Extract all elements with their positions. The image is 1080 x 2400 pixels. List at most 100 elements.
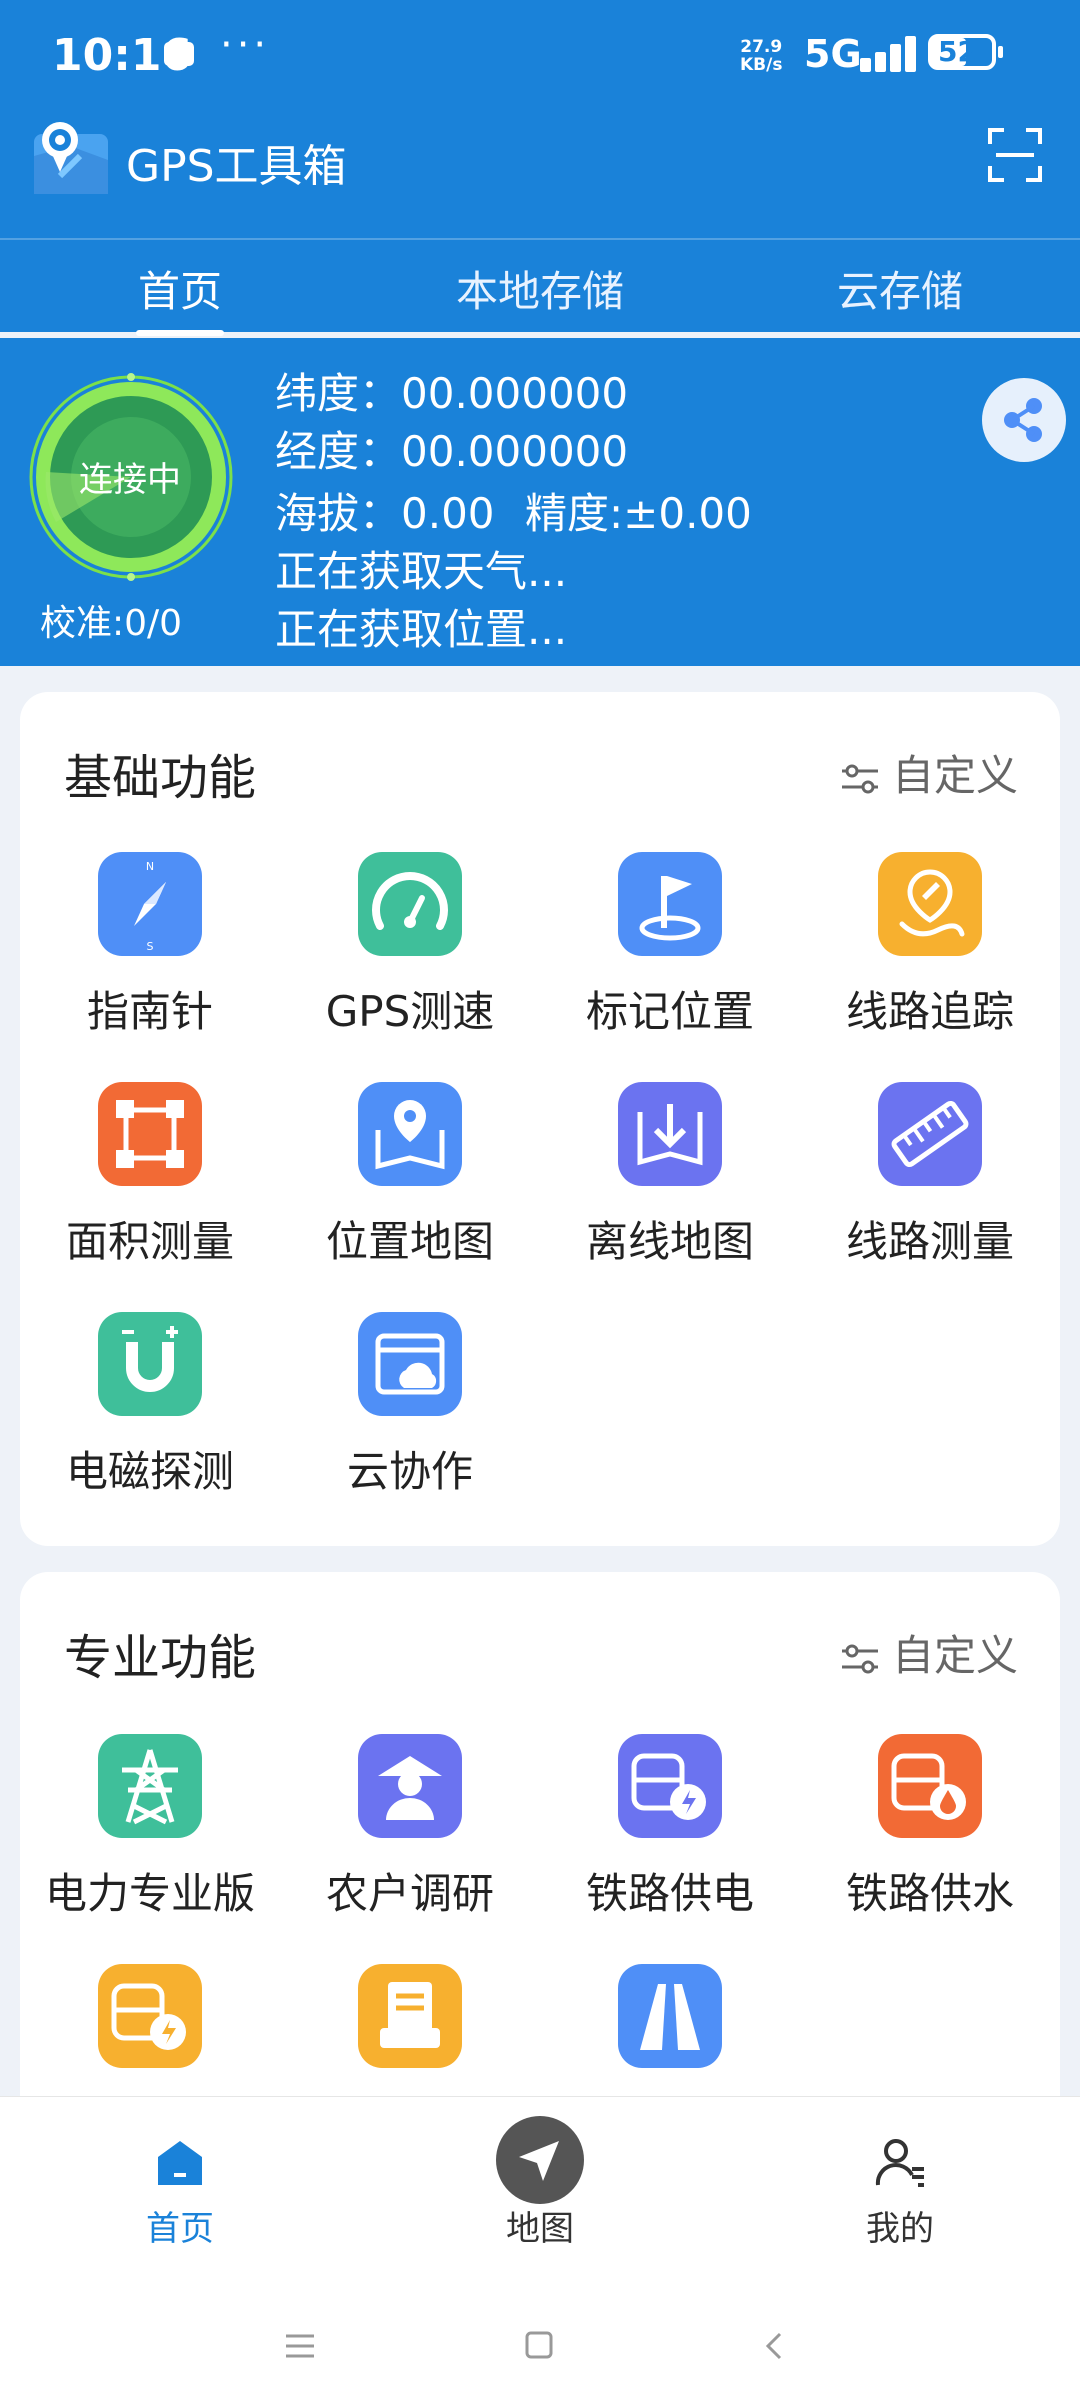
- em-detect-item[interactable]: 电磁探测: [20, 1312, 280, 1499]
- gps-status: 连接中: [79, 460, 181, 500]
- power-tower-icon: [98, 1734, 202, 1838]
- basic-functions-card: 基础功能 自定义 NS 指南针 GPS测速 标记位置 线路追踪 面积测量 位置地…: [20, 692, 1060, 1546]
- map-pin-icon: [358, 1082, 462, 1186]
- back-icon[interactable]: [762, 2330, 786, 2362]
- altitude: 海拔：0.00: [275, 489, 495, 538]
- app-title: GPS工具箱: [126, 141, 347, 192]
- farmer-survey-label: 农户调研: [325, 1869, 494, 1918]
- pro-customize-button[interactable]: 自定义: [840, 1622, 1018, 1683]
- download-map-icon: [618, 1082, 722, 1186]
- rail-water-label: 铁路供水: [845, 1869, 1014, 1918]
- signal-icon: [860, 36, 920, 72]
- svg-text:N: N: [146, 860, 154, 873]
- battery-level: 52: [938, 35, 977, 68]
- tab-cloud-storage[interactable]: 云存储: [720, 258, 1080, 319]
- nav-map-label: 地图: [506, 2209, 574, 2249]
- gps-speed-item[interactable]: GPS测速: [280, 852, 540, 1039]
- menu-icon[interactable]: [284, 2332, 316, 2360]
- cloud-collab-label: 云协作: [346, 1447, 473, 1496]
- latitude: 纬度：00.000000: [275, 369, 629, 418]
- network-speed: 27.9 KB/s: [740, 38, 782, 74]
- offline-map-label: 离线地图: [585, 1217, 754, 1266]
- system-nav-bar: [0, 2292, 1080, 2400]
- mark-location-item[interactable]: 标记位置: [540, 852, 800, 1039]
- settings-sliders-icon: [841, 764, 878, 793]
- road-item[interactable]: [540, 1964, 800, 2068]
- speedometer-icon: [358, 852, 462, 956]
- home-square-icon[interactable]: [524, 2330, 554, 2360]
- more-notifications-icon: ···: [220, 22, 271, 68]
- basic-customize-button[interactable]: 自定义: [840, 742, 1018, 803]
- weather-status: 正在获取天气...: [275, 547, 568, 596]
- em-detect-label: 电磁探测: [65, 1447, 234, 1496]
- speed-value: 27.9: [740, 37, 783, 57]
- train-bolt-icon: [98, 1964, 202, 2068]
- flag-icon: [618, 852, 722, 956]
- basic-customize-label: 自定义: [891, 751, 1018, 800]
- power-pro-item[interactable]: 电力专业版: [20, 1734, 280, 1921]
- accuracy: 精度:±0.00: [525, 489, 752, 538]
- speed-unit: KB/s: [740, 55, 783, 75]
- battery-nub: [998, 46, 1003, 58]
- route-tracking-label: 线路追踪: [845, 987, 1014, 1036]
- train-power-icon: [618, 1734, 722, 1838]
- app-logo-icon: [34, 122, 108, 194]
- area-measure-label: 面积测量: [65, 1217, 234, 1266]
- svg-text:S: S: [147, 940, 154, 953]
- location-map-item[interactable]: 位置地图: [280, 1082, 540, 1269]
- network-type: 5G: [804, 32, 862, 76]
- farmer-survey-item[interactable]: 农户调研: [280, 1734, 540, 1921]
- pro-functions-card: 专业功能 自定义 电力专业版 农户调研 铁路供电 铁路供水: [20, 1572, 1060, 2132]
- nav-profile[interactable]: 我的: [800, 2135, 1000, 2250]
- nav-home[interactable]: 首页: [80, 2135, 280, 2250]
- battery-icon: 52: [928, 34, 996, 70]
- pro-functions-title: 专业功能: [64, 1630, 257, 1686]
- tab-home[interactable]: 首页: [0, 258, 360, 319]
- cloud-collab-item[interactable]: 云协作: [280, 1312, 540, 1499]
- farmer-icon: [358, 1734, 462, 1838]
- gps-info-panel: 连接中 校准:0/0 纬度：00.000000 经度：00.000000 海拔：…: [0, 338, 1080, 666]
- status-bar: 10:16 ··· 27.9 KB/s 5G 52: [0, 0, 1080, 110]
- calibration-text: 校准:0/0: [40, 603, 183, 644]
- nav-map[interactable]: 地图: [440, 2115, 640, 2250]
- ruler-icon: [878, 1082, 982, 1186]
- train-bolt-item[interactable]: [20, 1964, 280, 2068]
- longitude: 经度：00.000000: [275, 427, 629, 476]
- cloud-folder-icon: [358, 1312, 462, 1416]
- share-button[interactable]: [982, 378, 1066, 462]
- profile-icon: [875, 2139, 924, 2187]
- compass-item[interactable]: NS 指南针: [20, 852, 280, 1039]
- rail-water-item[interactable]: 铁路供水: [800, 1734, 1060, 1921]
- nav-profile-label: 我的: [866, 2209, 934, 2249]
- share-icon: [1004, 398, 1042, 442]
- compass-label: 指南针: [86, 987, 213, 1036]
- route-tracking-item[interactable]: 线路追踪: [800, 852, 1060, 1039]
- route-pin-icon: [878, 852, 982, 956]
- tab-active-indicator: [136, 330, 224, 336]
- area-measure-item[interactable]: 面积测量: [20, 1082, 280, 1269]
- navigate-icon: [496, 2116, 584, 2204]
- area-icon: [98, 1082, 202, 1186]
- gps-speed-label: GPS测速: [325, 987, 495, 1036]
- offline-map-item[interactable]: 离线地图: [540, 1082, 800, 1269]
- scan-icon[interactable]: [986, 126, 1044, 184]
- route-measure-label: 线路测量: [845, 1217, 1014, 1266]
- rail-power-item[interactable]: 铁路供电: [540, 1734, 800, 1921]
- nav-home-label: 首页: [146, 2209, 214, 2249]
- app-bar: GPS工具箱: [0, 110, 1080, 238]
- location-map-label: 位置地图: [325, 1217, 494, 1266]
- top-tabs: 首页 本地存储 云存储: [0, 238, 1080, 332]
- compass-icon: NS: [98, 852, 202, 956]
- route-measure-item[interactable]: 线路测量: [800, 1082, 1060, 1269]
- settings-sliders-icon: [841, 1644, 878, 1673]
- document-item[interactable]: [280, 1964, 540, 2068]
- train-water-icon: [878, 1734, 982, 1838]
- home-icon: [158, 2141, 202, 2185]
- location-status: 正在获取位置...: [275, 605, 568, 654]
- bottom-nav: 首页 地图 我的: [0, 2096, 1080, 2293]
- basic-functions-title: 基础功能: [64, 750, 257, 806]
- magnet-icon: [98, 1312, 202, 1416]
- tab-local-storage[interactable]: 本地存储: [360, 258, 720, 319]
- road-icon: [618, 1964, 722, 2068]
- document-icon: [358, 1964, 462, 2068]
